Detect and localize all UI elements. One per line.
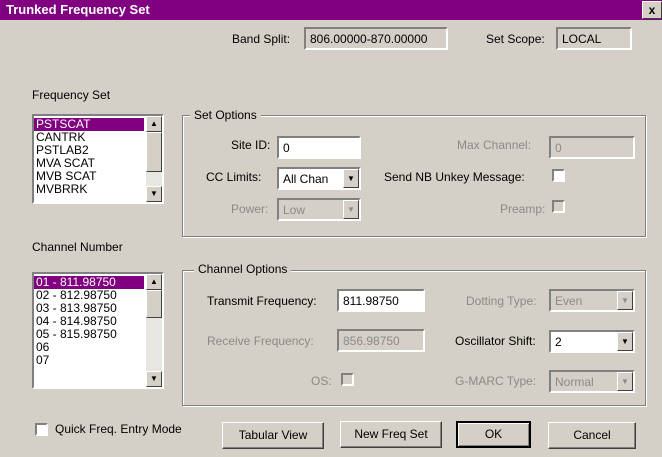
band-split-value: 806.00000-870.00000 [304, 27, 448, 50]
scroll-down-icon[interactable]: ▼ [146, 186, 162, 202]
frequency-set-label: Frequency Set [32, 88, 111, 102]
band-split-label: Band Split: [232, 32, 291, 46]
chevron-down-icon[interactable]: ▼ [343, 200, 359, 219]
dotting-type-label: Dotting Type: [466, 294, 537, 308]
scroll-thumb[interactable] [146, 290, 162, 318]
receive-frequency-label: Receive Frequency: [207, 334, 314, 348]
channel-number-scrollbar[interactable]: ▲ ▼ [146, 274, 162, 387]
site-id-label: Site ID: [231, 138, 271, 152]
chevron-down-icon[interactable]: ▼ [343, 169, 359, 188]
chevron-down-icon[interactable]: ▼ [617, 372, 633, 391]
oscillator-shift-select[interactable]: 2 ▼ [549, 330, 635, 353]
power-label: Power: [231, 202, 269, 216]
cc-limits-value: All Chan [283, 172, 329, 186]
frequency-set-list[interactable]: PSTSCAT CANTRK PSTLAB2 MVA SCAT MVB SCAT… [32, 114, 164, 204]
power-value: Low [283, 203, 306, 217]
list-item[interactable]: 05 - 815.98750 [34, 328, 144, 341]
close-icon: x [648, 3, 656, 17]
list-item[interactable]: 07 [34, 354, 144, 367]
gmarc-type-value: Normal [555, 375, 594, 389]
scroll-up-icon[interactable]: ▲ [146, 116, 162, 132]
channel-number-label: Channel Number [32, 240, 123, 254]
max-channel-label: Max Channel: [457, 138, 532, 152]
set-scope-label: Set Scope: [486, 32, 545, 46]
scroll-down-icon[interactable]: ▼ [146, 371, 162, 387]
scroll-thumb[interactable] [146, 132, 162, 172]
os-checkbox[interactable] [341, 373, 354, 386]
dotting-type-value: Even [555, 294, 583, 308]
title-bar: Trunked Frequency Set x [0, 0, 662, 20]
tabular-view-button[interactable]: Tabular View [222, 422, 324, 449]
power-select[interactable]: Low ▼ [277, 198, 361, 221]
preamp-checkbox[interactable] [552, 200, 565, 213]
chevron-down-icon[interactable]: ▼ [617, 291, 633, 310]
max-channel-input[interactable]: 0 [549, 136, 635, 159]
set-scope-value: LOCAL [556, 27, 632, 50]
frequency-set-items: PSTSCAT CANTRK PSTLAB2 MVA SCAT MVB SCAT… [34, 118, 144, 196]
receive-frequency-input[interactable]: 856.98750 [337, 329, 425, 352]
dotting-type-select[interactable]: Even ▼ [549, 289, 635, 312]
site-id-input[interactable]: 0 [277, 136, 361, 159]
cc-limits-select[interactable]: All Chan ▼ [277, 167, 361, 190]
gmarc-type-label: G-MARC Type: [455, 374, 537, 388]
list-item[interactable]: MVBRRK [34, 183, 144, 196]
oscillator-shift-label: Oscillator Shift: [455, 334, 536, 348]
close-button[interactable]: x [642, 1, 662, 19]
channel-number-list[interactable]: 01 - 811.98750 02 - 812.98750 03 - 813.9… [32, 272, 164, 389]
os-label: OS: [311, 374, 332, 388]
gmarc-type-select[interactable]: Normal ▼ [549, 370, 635, 393]
transmit-frequency-input[interactable]: 811.98750 [337, 289, 425, 312]
chevron-down-icon[interactable]: ▼ [617, 332, 633, 351]
scroll-up-icon[interactable]: ▲ [146, 274, 162, 290]
window-title: Trunked Frequency Set [6, 2, 150, 17]
list-item[interactable]: 06 [34, 341, 144, 354]
transmit-frequency-label: Transmit Frequency: [207, 294, 317, 308]
set-options-label: Set Options [190, 108, 261, 122]
quick-entry-label: Quick Freq. Entry Mode [55, 422, 182, 436]
frequency-set-scrollbar[interactable]: ▲ ▼ [146, 116, 162, 202]
cancel-button[interactable]: Cancel [548, 422, 636, 449]
cc-limits-label: CC Limits: [206, 170, 262, 184]
new-freq-set-button[interactable]: New Freq Set [340, 421, 442, 448]
channel-options-label: Channel Options [194, 262, 292, 276]
send-nb-unkey-label: Send NB Unkey Message: [384, 170, 525, 184]
quick-entry-checkbox[interactable] [35, 423, 48, 436]
ok-button[interactable]: OK [456, 421, 531, 448]
preamp-label: Preamp: [500, 202, 546, 216]
oscillator-shift-value: 2 [555, 335, 562, 349]
channel-number-items: 01 - 811.98750 02 - 812.98750 03 - 813.9… [34, 276, 144, 367]
send-nb-unkey-checkbox[interactable] [552, 169, 565, 182]
